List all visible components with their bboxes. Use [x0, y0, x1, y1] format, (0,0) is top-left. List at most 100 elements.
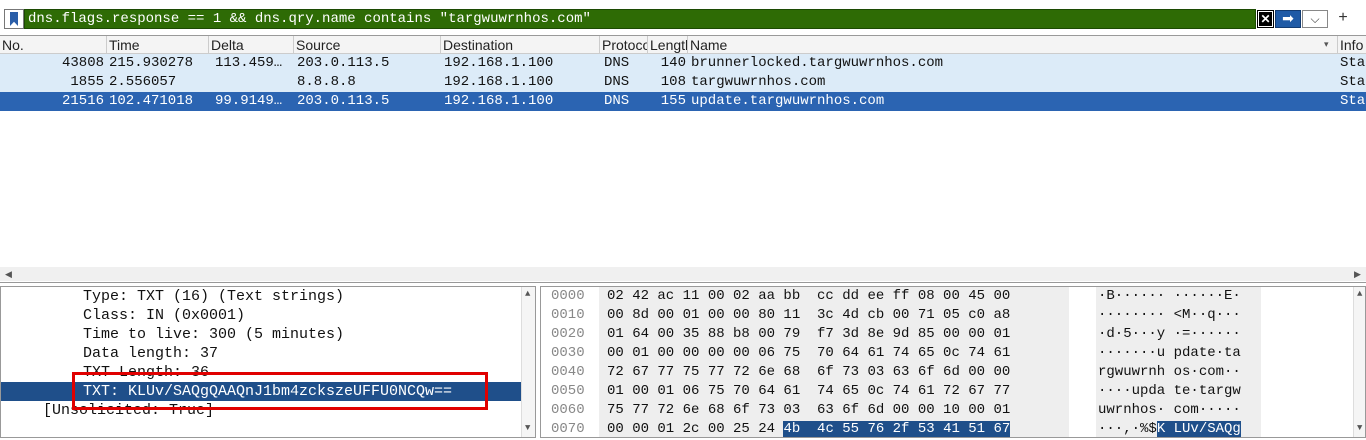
cell-time: 102.471018	[109, 93, 194, 109]
cell-destination: 192.168.1.100	[444, 55, 554, 71]
hex-bytes-highlighted: 4b 4c 55 76 2f 53 41 51 67	[783, 421, 1011, 437]
cell-time: 215.930278	[109, 55, 194, 71]
column-header-time[interactable]: Time	[107, 36, 209, 54]
scroll-down-icon[interactable]: ▼	[525, 423, 530, 433]
cell-name: targwuwrnhos.com	[691, 74, 826, 90]
detail-type[interactable]: Type: TXT (16) (Text strings)	[1, 287, 521, 306]
hex-bytes[interactable]: 01 00 01 06 75 70 64 61 74 65 0c 74 61 7…	[599, 382, 1069, 401]
packet-list-pane: No. Time Delta Source Destination Protoc…	[0, 35, 1366, 283]
hex-bytes-plain: 00 00 01 2c 00 25 24	[607, 421, 784, 437]
cell-protocol: DNS	[604, 93, 630, 109]
hex-ascii[interactable]: ····upda te·targw	[1096, 382, 1261, 401]
cell-protocol: DNS	[604, 55, 630, 71]
hex-row: 0010 00 8d 00 01 00 00 80 11 3c 4d cb 00…	[541, 306, 1365, 325]
packet-row-selected[interactable]: 21516 102.471018 99.9149… 203.0.113.5 19…	[0, 92, 1366, 111]
cell-source: 203.0.113.5	[297, 55, 390, 71]
cell-length: 155	[660, 93, 686, 109]
cell-length: 140	[660, 55, 686, 71]
hex-vertical-scrollbar[interactable]: ▲ ▼	[1353, 287, 1365, 437]
cell-delta	[215, 73, 293, 92]
hex-ascii[interactable]: rgwuwrnh os·com··	[1096, 363, 1261, 382]
hex-row: 0050 01 00 01 06 75 70 64 61 74 65 0c 74…	[541, 382, 1365, 401]
hex-row: 0040 72 67 77 75 77 72 6e 68 6f 73 03 63…	[541, 363, 1365, 382]
cell-time: 2.556057	[109, 74, 177, 90]
details-vertical-scrollbar[interactable]: ▲ ▼	[521, 287, 535, 437]
hex-offset: 0050	[551, 383, 585, 399]
hex-ascii-plain: ···,·%$	[1098, 421, 1157, 437]
display-filter-bar: dns.flags.response == 1 && dns.qry.name …	[0, 8, 1366, 30]
hex-bytes[interactable]: 00 01 00 00 00 00 06 75 70 64 61 74 65 0…	[599, 344, 1069, 363]
add-filter-button[interactable]: +	[1334, 8, 1352, 28]
column-header-source[interactable]: Source	[294, 36, 441, 54]
hex-row: 0030 00 01 00 00 00 00 06 75 70 64 61 74…	[541, 344, 1365, 363]
packet-details-pane: Type: TXT (16) (Text strings) Class: IN …	[0, 286, 536, 438]
scroll-up-icon[interactable]: ▲	[1357, 289, 1362, 299]
annotation-highlight-box	[72, 372, 488, 410]
filter-bookmark-icon[interactable]	[4, 9, 24, 29]
packet-row[interactable]: 43808 215.930278 113.459… 203.0.113.5 19…	[0, 54, 1366, 73]
hex-offset: 0020	[551, 326, 585, 342]
packet-list-header: No. Time Delta Source Destination Protoc…	[0, 36, 1366, 54]
hex-bytes[interactable]: 00 8d 00 01 00 00 80 11 3c 4d cb 00 71 0…	[599, 306, 1069, 325]
packet-list-horizontal-scrollbar[interactable]: ◀ ▶	[0, 267, 1366, 281]
cell-destination: 192.168.1.100	[444, 74, 554, 90]
cell-delta: 99.9149…	[215, 93, 283, 109]
hex-row: 0000 02 42 ac 11 00 02 aa bb cc dd ee ff…	[541, 287, 1365, 306]
cell-name: brunnerlocked.targwuwrnhos.com	[691, 55, 944, 71]
cell-delta: 113.459…	[215, 55, 283, 71]
column-header-length[interactable]: Length	[648, 36, 688, 54]
scroll-up-icon[interactable]: ▲	[525, 289, 530, 299]
column-header-name[interactable]: Name	[688, 36, 1338, 54]
hex-ascii-highlighted: K LUv/SAQg	[1156, 421, 1241, 437]
hex-bytes[interactable]: 01 64 00 35 88 b8 00 79 f7 3d 8e 9d 85 0…	[599, 325, 1069, 344]
hex-row: 0070 00 00 01 2c 00 25 24 4b 4c 55 76 2f…	[541, 420, 1365, 437]
hex-ascii[interactable]: ·d·5···y ·=······	[1096, 325, 1261, 344]
hex-offset: 0040	[551, 364, 585, 380]
cell-protocol: DNS	[604, 74, 630, 90]
hex-offset: 0010	[551, 307, 585, 323]
hex-offset: 0000	[551, 288, 585, 304]
cell-info: Sta	[1340, 93, 1366, 109]
hex-bytes[interactable]: 00 00 01 2c 00 25 24 4b 4c 55 76 2f 53 4…	[599, 420, 1069, 437]
close-icon: ✕	[1259, 12, 1272, 26]
cell-info: Sta	[1340, 74, 1366, 90]
hex-offset: 0030	[551, 345, 585, 361]
scroll-down-icon[interactable]: ▼	[1357, 423, 1362, 433]
hex-bytes[interactable]: 75 77 72 6e 68 6f 73 03 63 6f 6d 00 00 1…	[599, 401, 1069, 420]
cell-no: 21516	[61, 93, 104, 109]
hex-ascii[interactable]: uwrnhos· com·····	[1096, 401, 1261, 420]
hex-ascii[interactable]: ········ <M··q···	[1096, 306, 1261, 325]
detail-ttl[interactable]: Time to live: 300 (5 minutes)	[1, 325, 521, 344]
hex-row: 0020 01 64 00 35 88 b8 00 79 f7 3d 8e 9d…	[541, 325, 1365, 344]
scroll-left-icon[interactable]: ◀	[5, 269, 12, 280]
cell-no: 43808	[61, 55, 104, 71]
apply-filter-button[interactable]: ➡	[1275, 10, 1301, 28]
detail-data-length[interactable]: Data length: 37	[1, 344, 521, 363]
hex-bytes[interactable]: 72 67 77 75 77 72 6e 68 6f 73 03 63 6f 6…	[599, 363, 1069, 382]
hex-bytes[interactable]: 02 42 ac 11 00 02 aa bb cc dd ee ff 08 0…	[599, 287, 1069, 306]
scroll-right-icon[interactable]: ▶	[1354, 269, 1361, 280]
hex-offset: 0070	[551, 421, 585, 437]
packet-row[interactable]: 1855 2.556057 8.8.8.8 192.168.1.100 DNS …	[0, 73, 1366, 92]
hex-ascii[interactable]: ···,·%$K LUv/SAQg	[1096, 420, 1261, 437]
cell-no: 1855	[70, 74, 104, 90]
hex-ascii[interactable]: ·······u pdate·ta	[1096, 344, 1261, 363]
hex-ascii[interactable]: ·B······ ······E·	[1096, 287, 1261, 306]
cell-source: 8.8.8.8	[297, 74, 356, 90]
hex-row: 0060 75 77 72 6e 68 6f 73 03 63 6f 6d 00…	[541, 401, 1365, 420]
filter-history-dropdown[interactable]: ⌵	[1302, 10, 1328, 28]
detail-class[interactable]: Class: IN (0x0001)	[1, 306, 521, 325]
sort-chevron-icon: ▾	[1324, 39, 1329, 49]
cell-length: 108	[660, 74, 686, 90]
clear-filter-button[interactable]: ✕	[1257, 10, 1274, 28]
cell-source: 203.0.113.5	[297, 93, 390, 109]
cell-info: Sta	[1340, 55, 1366, 71]
column-header-info[interactable]: Info	[1338, 36, 1366, 54]
column-header-destination[interactable]: Destination	[441, 36, 600, 54]
column-header-delta[interactable]: Delta	[209, 36, 294, 54]
display-filter-input[interactable]: dns.flags.response == 1 && dns.qry.name …	[24, 9, 1256, 29]
column-header-no[interactable]: No.	[0, 36, 107, 54]
column-header-protocol[interactable]: Protocol	[600, 36, 648, 54]
cell-name: update.targwuwrnhos.com	[691, 93, 885, 109]
hex-offset: 0060	[551, 402, 585, 418]
